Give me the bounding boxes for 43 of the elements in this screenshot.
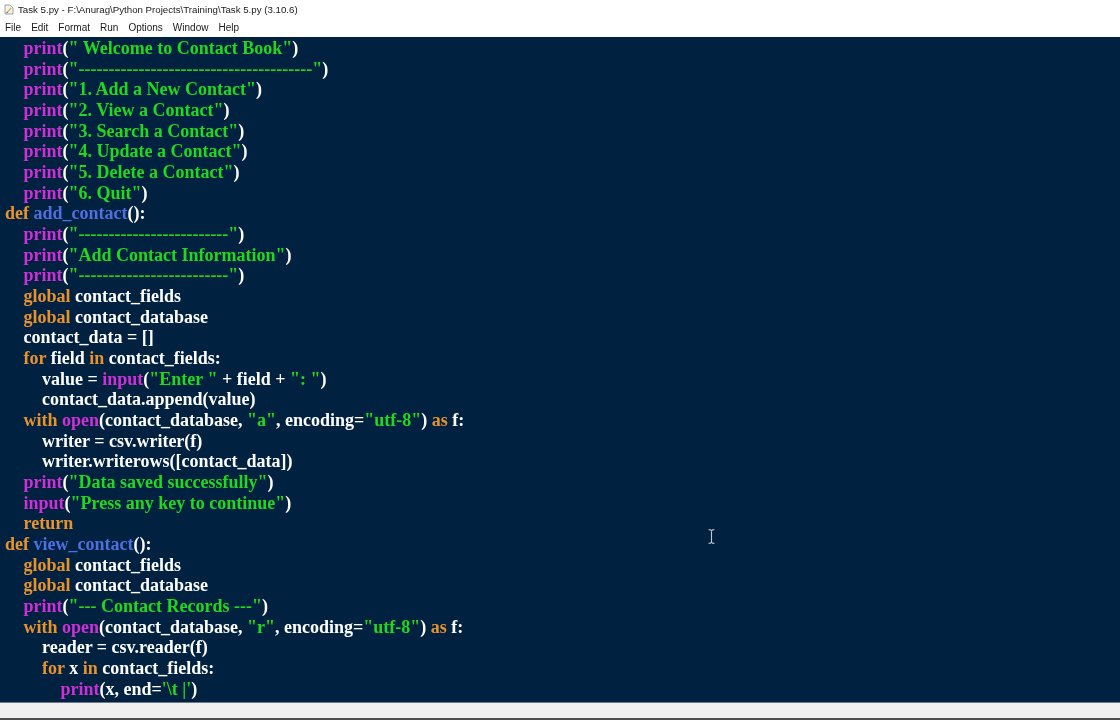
code-line: value = input("Enter " + field + ": "): [42, 368, 327, 390]
code-line: for field in contact_fields:: [23, 348, 221, 369]
menu-item[interactable]: Format: [53, 21, 96, 34]
code-line: print("1. Add a New Contact"): [23, 79, 262, 100]
code-editor[interactable]: [0, 37, 1120, 702]
code-line: reader = csv.reader(f): [42, 637, 208, 659]
code-line: print("4. Update a Contact"): [23, 141, 248, 163]
code-line: with open(contact_database, "r", encoding="utf-8") as f:: [23, 616, 464, 638]
code-line: print("2. View a Contact"): [23, 100, 230, 121]
code-line: global contact_database: [23, 306, 208, 328]
menu-item[interactable]: Options: [123, 21, 168, 34]
code-line: with open(contact_database, "a", encoding="utf-8") as f:: [23, 410, 465, 431]
code-line: global contact_fields: [23, 554, 181, 576]
window-title: Task 5.py - F:\Anurag\Python Projects\Training\Task 5.py (3.10.6): [18, 3, 298, 15]
code-line: print(" Welcome to Contact Book"): [23, 38, 299, 59]
menu-item[interactable]: Run: [95, 21, 124, 34]
menu-item[interactable]: Help: [213, 21, 244, 34]
code-line: print("-------------------------"): [23, 224, 245, 245]
code-line: contact_data.append(value): [42, 389, 256, 411]
file-icon: [4, 3, 14, 15]
code-line: def view_contact():: [5, 534, 152, 555]
code-line: print("Add Contact Information"): [23, 244, 292, 266]
code-line: print("5. Delete a Contact"): [23, 162, 240, 183]
menu-item[interactable]: Edit: [26, 21, 54, 34]
code-line: input("Press any key to continue"): [23, 492, 292, 514]
code-line: contact_data = []: [23, 327, 154, 349]
menu-item[interactable]: Window: [167, 21, 214, 34]
code-line: return: [23, 513, 74, 535]
code-line: print("Data saved successfully"): [23, 472, 274, 493]
text-cursor-icon: [708, 529, 715, 544]
code-line: print("6. Quit"): [23, 182, 148, 204]
code-line: def add_contact():: [5, 203, 146, 225]
code-line: print("---------------------------------------"): [23, 58, 329, 80]
code-line: print("3. Search a Contact"): [23, 120, 245, 142]
menu-item[interactable]: File: [0, 21, 27, 34]
code-line: writer = csv.writer(f): [42, 430, 203, 452]
code-line: print("-------------------------"): [23, 265, 245, 287]
code-line: for x in contact_fields:: [42, 658, 215, 679]
code-line: global contact_database: [23, 575, 208, 597]
code-line: print("--- Contact Records ---"): [23, 596, 268, 617]
code-line: global contact_fields: [23, 286, 181, 307]
code-line: writer.writerows([contact_data]): [42, 451, 293, 473]
code-line: print(x, end='\t |'): [60, 678, 198, 700]
